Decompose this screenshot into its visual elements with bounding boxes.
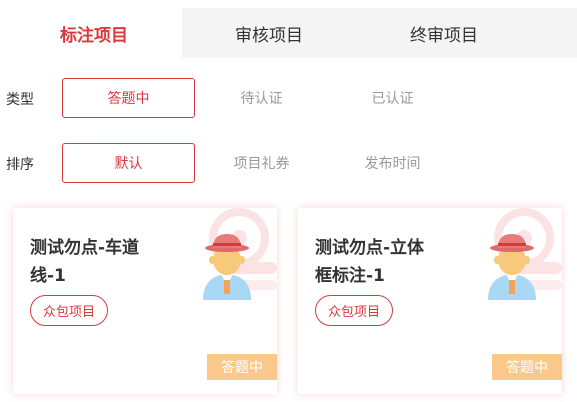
status-badge: 答题中 xyxy=(492,354,562,380)
card-title: 测试勿点-立体框标注-1 xyxy=(315,238,425,286)
type-option-certified[interactable]: 已认证 xyxy=(326,78,459,118)
crowdsource-tag: 众包项目 xyxy=(30,295,109,326)
project-card[interactable]: 测试勿点-车道线-1 众包项目 答题中 xyxy=(13,208,277,394)
worker-avatar-icon xyxy=(488,234,536,300)
project-tabs: 标注项目 审核项目 终审项目 xyxy=(6,8,577,58)
crowdsource-tag: 众包项目 xyxy=(315,295,394,326)
sort-option-default[interactable]: 默认 xyxy=(62,143,195,183)
type-filter-row: 类型 答题中 待认证 已认证 xyxy=(0,78,577,118)
tab-review-projects[interactable]: 审核项目 xyxy=(182,8,356,58)
sort-option-publish-time[interactable]: 发布时间 xyxy=(326,143,459,183)
type-option-answering[interactable]: 答题中 xyxy=(62,78,195,118)
project-card[interactable]: 测试勿点-立体框标注-1 众包项目 答题中 xyxy=(298,208,562,394)
tab-final-review-projects[interactable]: 终审项目 xyxy=(356,8,532,58)
sort-filter-label: 排序 xyxy=(6,157,34,173)
worker-avatar-icon xyxy=(203,234,251,300)
sort-option-coupon[interactable]: 项目礼券 xyxy=(195,143,328,183)
type-option-pending-cert[interactable]: 待认证 xyxy=(195,78,328,118)
type-filter-label: 类型 xyxy=(6,92,34,108)
status-badge: 答题中 xyxy=(207,354,277,380)
card-title: 测试勿点-车道线-1 xyxy=(30,238,140,286)
sort-filter-row: 排序 默认 项目礼券 发布时间 xyxy=(0,143,577,183)
tab-annotation-projects[interactable]: 标注项目 xyxy=(6,8,182,58)
